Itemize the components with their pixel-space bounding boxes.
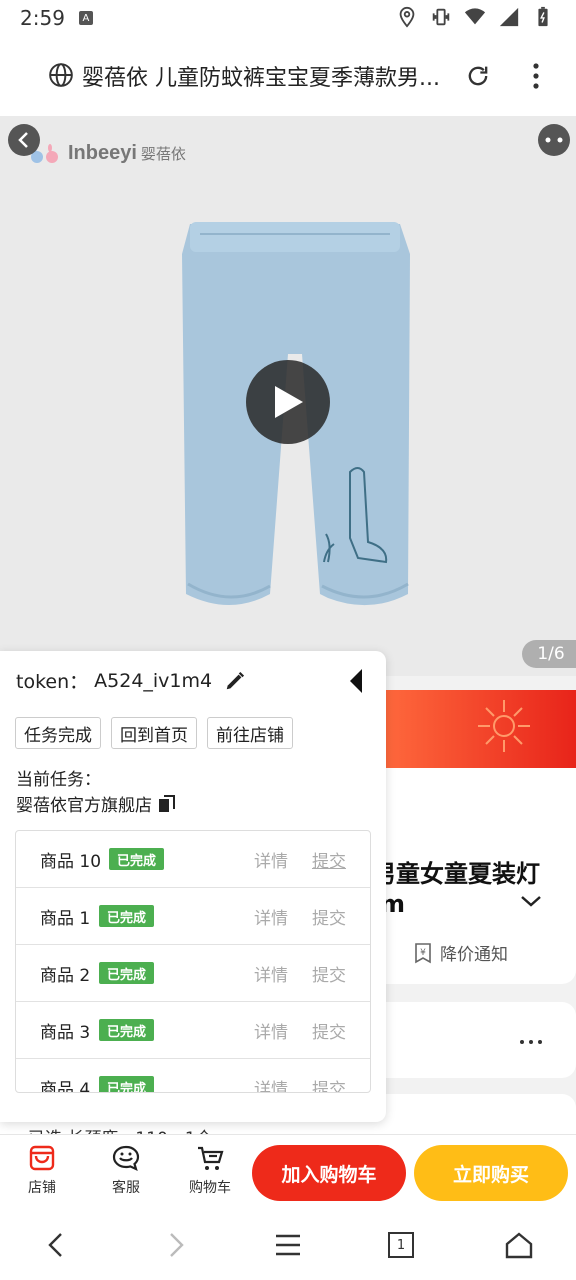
status-time: 2:59 [20,6,65,30]
submit-link[interactable]: 提交 [312,1018,346,1043]
bottom-action-bar: 店铺 客服 购物车 加入购物车 立即购买 [0,1134,576,1210]
price-notify-button[interactable]: ¥ 降价通知 [412,940,508,965]
service-label: 客服 [112,1180,140,1196]
wifi-icon [464,8,486,25]
more-vert-icon[interactable] [526,60,546,92]
detail-link[interactable]: 详情 [254,847,288,872]
price-notify-label: 降价通知 [440,945,508,965]
detail-link[interactable]: 详情 [254,904,288,929]
status-bar: 2:59 A [0,0,576,36]
brand-name: Inbeeyi [68,142,137,164]
task-row: 商品 1 已完成 详情 提交 [16,888,370,945]
location-icon [399,6,415,28]
token-row: token： A524_iv1m4 [16,667,246,694]
go-to-shop-button[interactable]: 前往店铺 [207,717,293,749]
edit-pencil-icon[interactable] [224,670,246,692]
task-complete-button[interactable]: 任务完成 [15,717,101,749]
task-name: 商品 2 [40,965,91,986]
signal-icon [499,7,519,27]
back-home-button[interactable]: 回到首页 [111,717,197,749]
address-bar: 婴蓓依 儿童防蚊裤宝宝夏季薄款男... [0,36,576,116]
cart-button[interactable]: 购物车 [180,1143,240,1197]
spec-card[interactable] [380,1002,576,1078]
battery-icon [538,6,548,27]
task-name: 商品 3 [40,1022,91,1043]
buy-now-button[interactable]: 立即购买 [414,1145,568,1201]
submit-link[interactable]: 提交 [312,904,346,929]
submit-link[interactable]: 提交 [312,1075,346,1093]
image-counter: 1/6 [522,640,576,668]
firework-icon [478,700,530,752]
play-video-button[interactable] [246,360,330,444]
tabs-button[interactable]: 1 [388,1232,414,1258]
shop-button[interactable]: 店铺 [12,1143,72,1197]
task-row: 商品 2 已完成 详情 提交 [16,945,370,1002]
customer-service-button[interactable]: 客服 [96,1143,156,1197]
task-list[interactable]: 商品 10 已完成 详情 提交 商品 1 已完成 详情 提交 商品 2 已完成 … [15,830,371,1093]
page-title[interactable]: 婴蓓依 儿童防蚊裤宝宝夏季薄款男... [82,60,462,92]
task-row: 商品 4 已完成 详情 提交 [16,1059,370,1093]
back-button[interactable] [8,124,40,156]
cart-label: 购物车 [189,1180,231,1196]
panel-actions: 任务完成 回到首页 前往店铺 [15,717,293,749]
more-horiz-icon [545,137,563,143]
cart-icon [198,1146,224,1170]
status-badge: 已完成 [99,905,155,927]
status-icons [396,6,554,28]
vibrate-icon [432,8,450,26]
reload-icon[interactable] [464,62,492,90]
detail-link[interactable]: 详情 [254,1018,288,1043]
task-row: 商品 10 已完成 详情 提交 [16,831,370,888]
task-name: 商品 1 [40,908,91,929]
chat-icon [112,1145,140,1172]
status-badge: 已完成 [109,848,165,870]
task-name: 商品 4 [40,1079,91,1093]
back-arrow-icon[interactable] [42,1230,72,1260]
chevron-down-icon[interactable] [520,894,542,908]
promo-banner[interactable] [380,690,576,768]
brand-logo: Inbeeyi 婴蓓依 [28,142,186,165]
copy-icon[interactable] [158,794,176,814]
home-icon[interactable] [504,1230,534,1260]
globe-icon[interactable] [48,62,74,88]
submit-link[interactable]: 提交 [312,847,346,872]
shop-label: 店铺 [28,1180,56,1196]
more-dots-icon[interactable] [520,1040,542,1044]
current-task-label: 当前任务： [16,770,101,790]
play-icon [275,386,303,418]
more-options-button[interactable] [538,124,570,156]
task-name: 商品 10 [40,851,102,872]
submit-link[interactable]: 提交 [312,961,346,986]
system-nav-bar: 1 [0,1210,576,1280]
price-tag-icon: ¥ [415,942,431,963]
add-to-cart-button[interactable]: 加入购物车 [252,1145,406,1201]
brand-cn: 婴蓓依 [140,145,186,163]
detail-link[interactable]: 详情 [254,1075,288,1093]
accessibility-a-icon: A [78,11,93,25]
svg-text:¥: ¥ [420,948,426,958]
detail-link[interactable]: 详情 [254,961,288,986]
status-badge: 已完成 [99,1076,155,1092]
status-badge: 已完成 [99,1019,155,1041]
chevron-left-icon [18,132,28,148]
current-shop-name: 婴蓓依官方旗舰店 [16,796,152,816]
task-panel: token： A524_iv1m4 任务完成 回到首页 前往店铺 当前任务： 婴… [0,651,386,1122]
collapse-triangle-icon[interactable] [346,667,366,695]
token-value: A524_iv1m4 [94,669,213,692]
current-shop: 婴蓓依官方旗舰店 [16,791,176,816]
status-badge: 已完成 [99,962,155,984]
menu-icon[interactable] [273,1230,303,1260]
task-row: 商品 3 已完成 详情 提交 [16,1002,370,1059]
forward-arrow-icon[interactable] [160,1230,190,1260]
shop-icon [29,1145,55,1171]
product-image-gallery[interactable]: Inbeeyi 婴蓓依 1/6 [0,116,576,676]
token-label: token： [16,671,89,693]
product-title: 男童女童夏装灯 [372,860,540,888]
